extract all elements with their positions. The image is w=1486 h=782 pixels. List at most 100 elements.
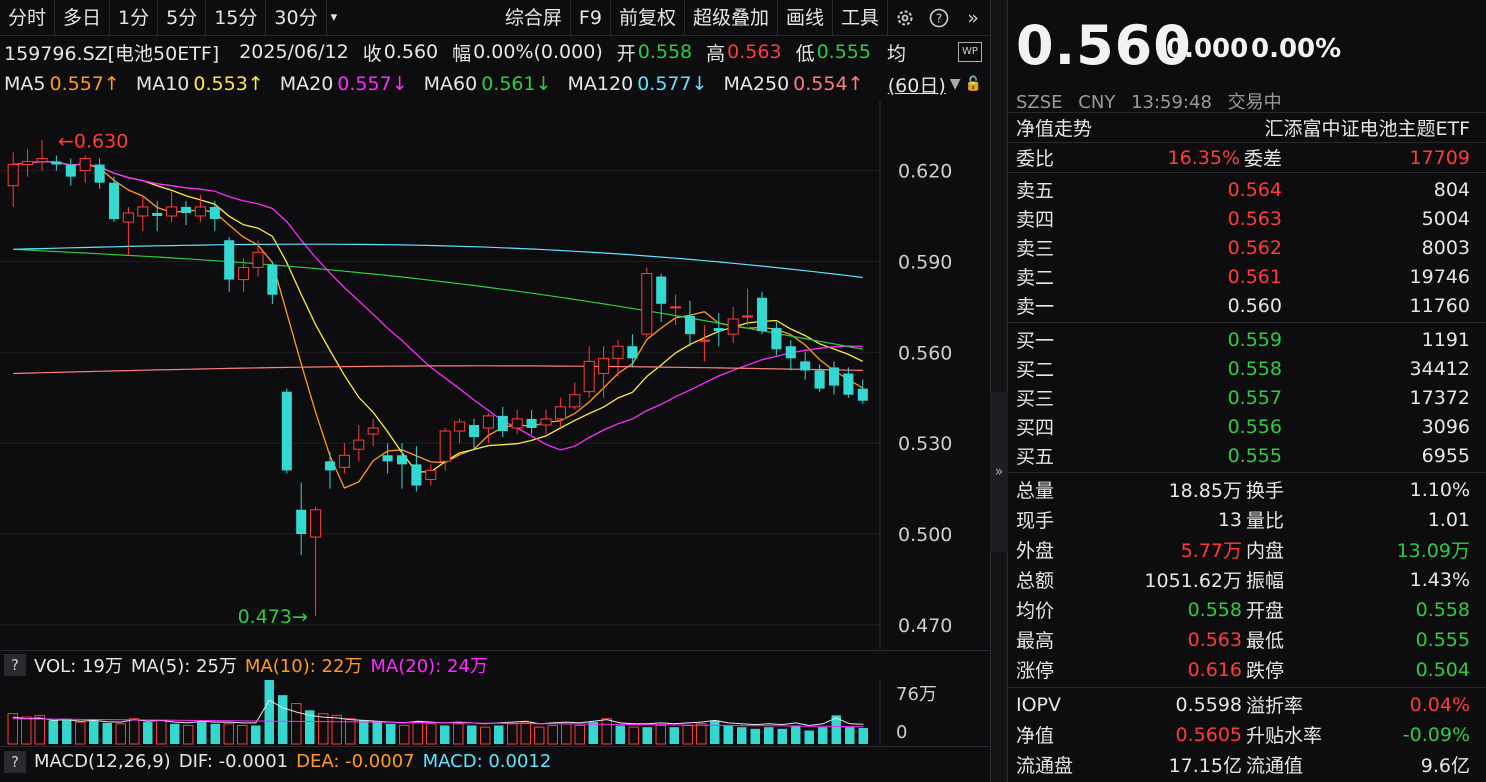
etf-label: 流通值 <box>1246 751 1303 778</box>
stat-label: 最低 <box>1246 626 1284 653</box>
macd-help-icon[interactable]: ? <box>4 751 26 773</box>
y-tick-label-3: 0.530 <box>898 433 952 455</box>
high-label: 高 <box>706 39 725 66</box>
quote-time: 13:59:48 <box>1131 92 1212 113</box>
volume-help-icon[interactable]: ? <box>4 654 26 676</box>
more-periods-dropdown[interactable]: ▾ <box>327 0 342 36</box>
stat-label: 跌停 <box>1246 656 1284 683</box>
ma-value-0: 0.557↑ <box>49 73 119 95</box>
candle-body-4 <box>66 165 76 177</box>
vol-bar-32 <box>440 725 449 744</box>
stat-value: 0.563 <box>1188 629 1242 651</box>
etf-value: 9.6亿 <box>1421 751 1470 778</box>
ask-volume: 5004 <box>1422 208 1470 230</box>
ask-row-1: 卖一0.56011760 <box>1008 291 1486 320</box>
vol-bar-14 <box>197 722 206 744</box>
etf-value: 0.5605 <box>1176 724 1242 746</box>
volume-ma5: MA(5): 25万 <box>131 652 237 678</box>
tools-button[interactable]: 工具 <box>833 0 888 36</box>
close-label: 收 <box>363 39 382 66</box>
stat-value: 0.558 <box>1188 599 1242 621</box>
expand-right-icon[interactable]: » <box>956 0 990 36</box>
wp-icon[interactable]: WP <box>958 42 982 62</box>
vol-bar-20 <box>278 695 287 744</box>
min-price-label: 0.473→ <box>238 606 308 628</box>
vol-bar-59 <box>805 731 814 744</box>
candle-body-45 <box>656 277 666 304</box>
macd-dea: DEA: -0.0007 <box>296 751 415 772</box>
vol-bar-57 <box>778 729 787 744</box>
bid-price: 0.557 <box>1228 387 1282 409</box>
volume-header: ? VOL: 19万 MA(5): 25万 MA(10): 22万 MA(20)… <box>0 650 990 678</box>
bid-volume: 6955 <box>1422 445 1470 467</box>
candle-body-15 <box>224 240 234 279</box>
low-value: 0.555 <box>817 41 871 63</box>
collapse-panel-icon[interactable]: » <box>990 392 1008 552</box>
candle-body-59 <box>858 389 868 401</box>
period-select[interactable]: (60日) <box>888 71 946 98</box>
vol-bar-10 <box>143 722 152 744</box>
tab-30min[interactable]: 30分 <box>266 0 326 36</box>
bid-label: 买二 <box>1016 355 1054 382</box>
candle-body-0 <box>8 165 18 186</box>
period-dropdown-icon[interactable]: ▼ <box>950 76 961 92</box>
kline-chart[interactable]: 0.6200.5900.5600.5300.5000.470←0.6300.47… <box>0 100 990 650</box>
candle-body-37 <box>541 419 551 425</box>
vol-bar-63 <box>859 728 868 744</box>
help-icon[interactable]: ? <box>922 0 956 36</box>
ma-label-1: MA10 <box>136 73 190 95</box>
gear-icon[interactable] <box>888 0 922 36</box>
volume-ma10: MA(10): 22万 <box>245 652 362 678</box>
candle-body-53 <box>771 328 781 349</box>
y-tick-label-4: 0.500 <box>898 524 952 546</box>
f9-button[interactable]: F9 <box>571 0 611 36</box>
vol-bar-60 <box>818 727 827 744</box>
amp-label: 幅 <box>452 39 471 66</box>
vol-bar-5 <box>76 722 85 744</box>
ask-price: 0.563 <box>1228 208 1282 230</box>
ask-price: 0.560 <box>1228 295 1282 317</box>
bid-row-4: 买四0.5563096 <box>1008 412 1486 441</box>
period-toolbar: 分时 多日 1分 5分 15分 30分 ▾ 综合屏 F9 前复权 超级叠加 画线… <box>0 0 990 36</box>
volume-chart[interactable]: 76万0 <box>0 678 990 746</box>
trade-status: 交易中 <box>1228 92 1282 113</box>
stat-row-5: 最高0.563最低0.555 <box>1008 625 1486 654</box>
vol-bar-46 <box>629 727 638 744</box>
macd-value: MACD: 0.0012 <box>423 751 552 772</box>
stat-label: 内盘 <box>1246 536 1284 563</box>
etf-value: -0.09% <box>1403 724 1470 746</box>
tab-multiday[interactable]: 多日 <box>55 0 110 36</box>
bid-row-2: 买二0.55834412 <box>1008 354 1486 383</box>
tab-5min[interactable]: 5分 <box>158 0 206 36</box>
overlay-button[interactable]: 超级叠加 <box>685 0 778 36</box>
stat-row-6: 涨停0.616跌停0.504 <box>1008 655 1486 684</box>
divider-line <box>1008 322 1486 323</box>
composite-screen-button[interactable]: 综合屏 <box>497 0 571 36</box>
vol-bar-18 <box>251 725 260 744</box>
stat-label: 外盘 <box>1016 536 1054 563</box>
ask-volume: 804 <box>1434 179 1470 201</box>
ma-label-4: MA120 <box>568 73 634 95</box>
bid-volume: 34412 <box>1410 358 1470 380</box>
stat-row-3: 总额1051.62万振幅1.43% <box>1008 565 1486 594</box>
candle-body-58 <box>843 373 853 394</box>
fund-name: 汇添富中证电池主题ETF <box>1264 114 1470 141</box>
adjust-button[interactable]: 前复权 <box>611 0 685 36</box>
ask-label: 卖二 <box>1016 263 1054 290</box>
etf-value: 0.04% <box>1410 694 1470 716</box>
draw-line-button[interactable]: 画线 <box>778 0 833 36</box>
stat-value: 18.85万 <box>1169 476 1242 503</box>
low-label: 低 <box>796 39 815 66</box>
y-tick-label-1: 0.590 <box>898 251 952 273</box>
vol-bar-38 <box>521 722 530 744</box>
stat-row-1: 现手13量比1.01 <box>1008 505 1486 534</box>
lock-icon[interactable]: 🔓 <box>965 76 982 92</box>
stat-value: 1051.62万 <box>1144 566 1242 593</box>
ask-volume: 8003 <box>1422 237 1470 259</box>
vol-bar-8 <box>116 724 125 744</box>
tab-1min[interactable]: 1分 <box>110 0 158 36</box>
candle-body-2 <box>37 158 47 161</box>
tab-fenshi[interactable]: 分时 <box>0 0 55 36</box>
amp-value: 0.00%(0.000) <box>473 41 603 63</box>
tab-15min[interactable]: 15分 <box>206 0 266 36</box>
